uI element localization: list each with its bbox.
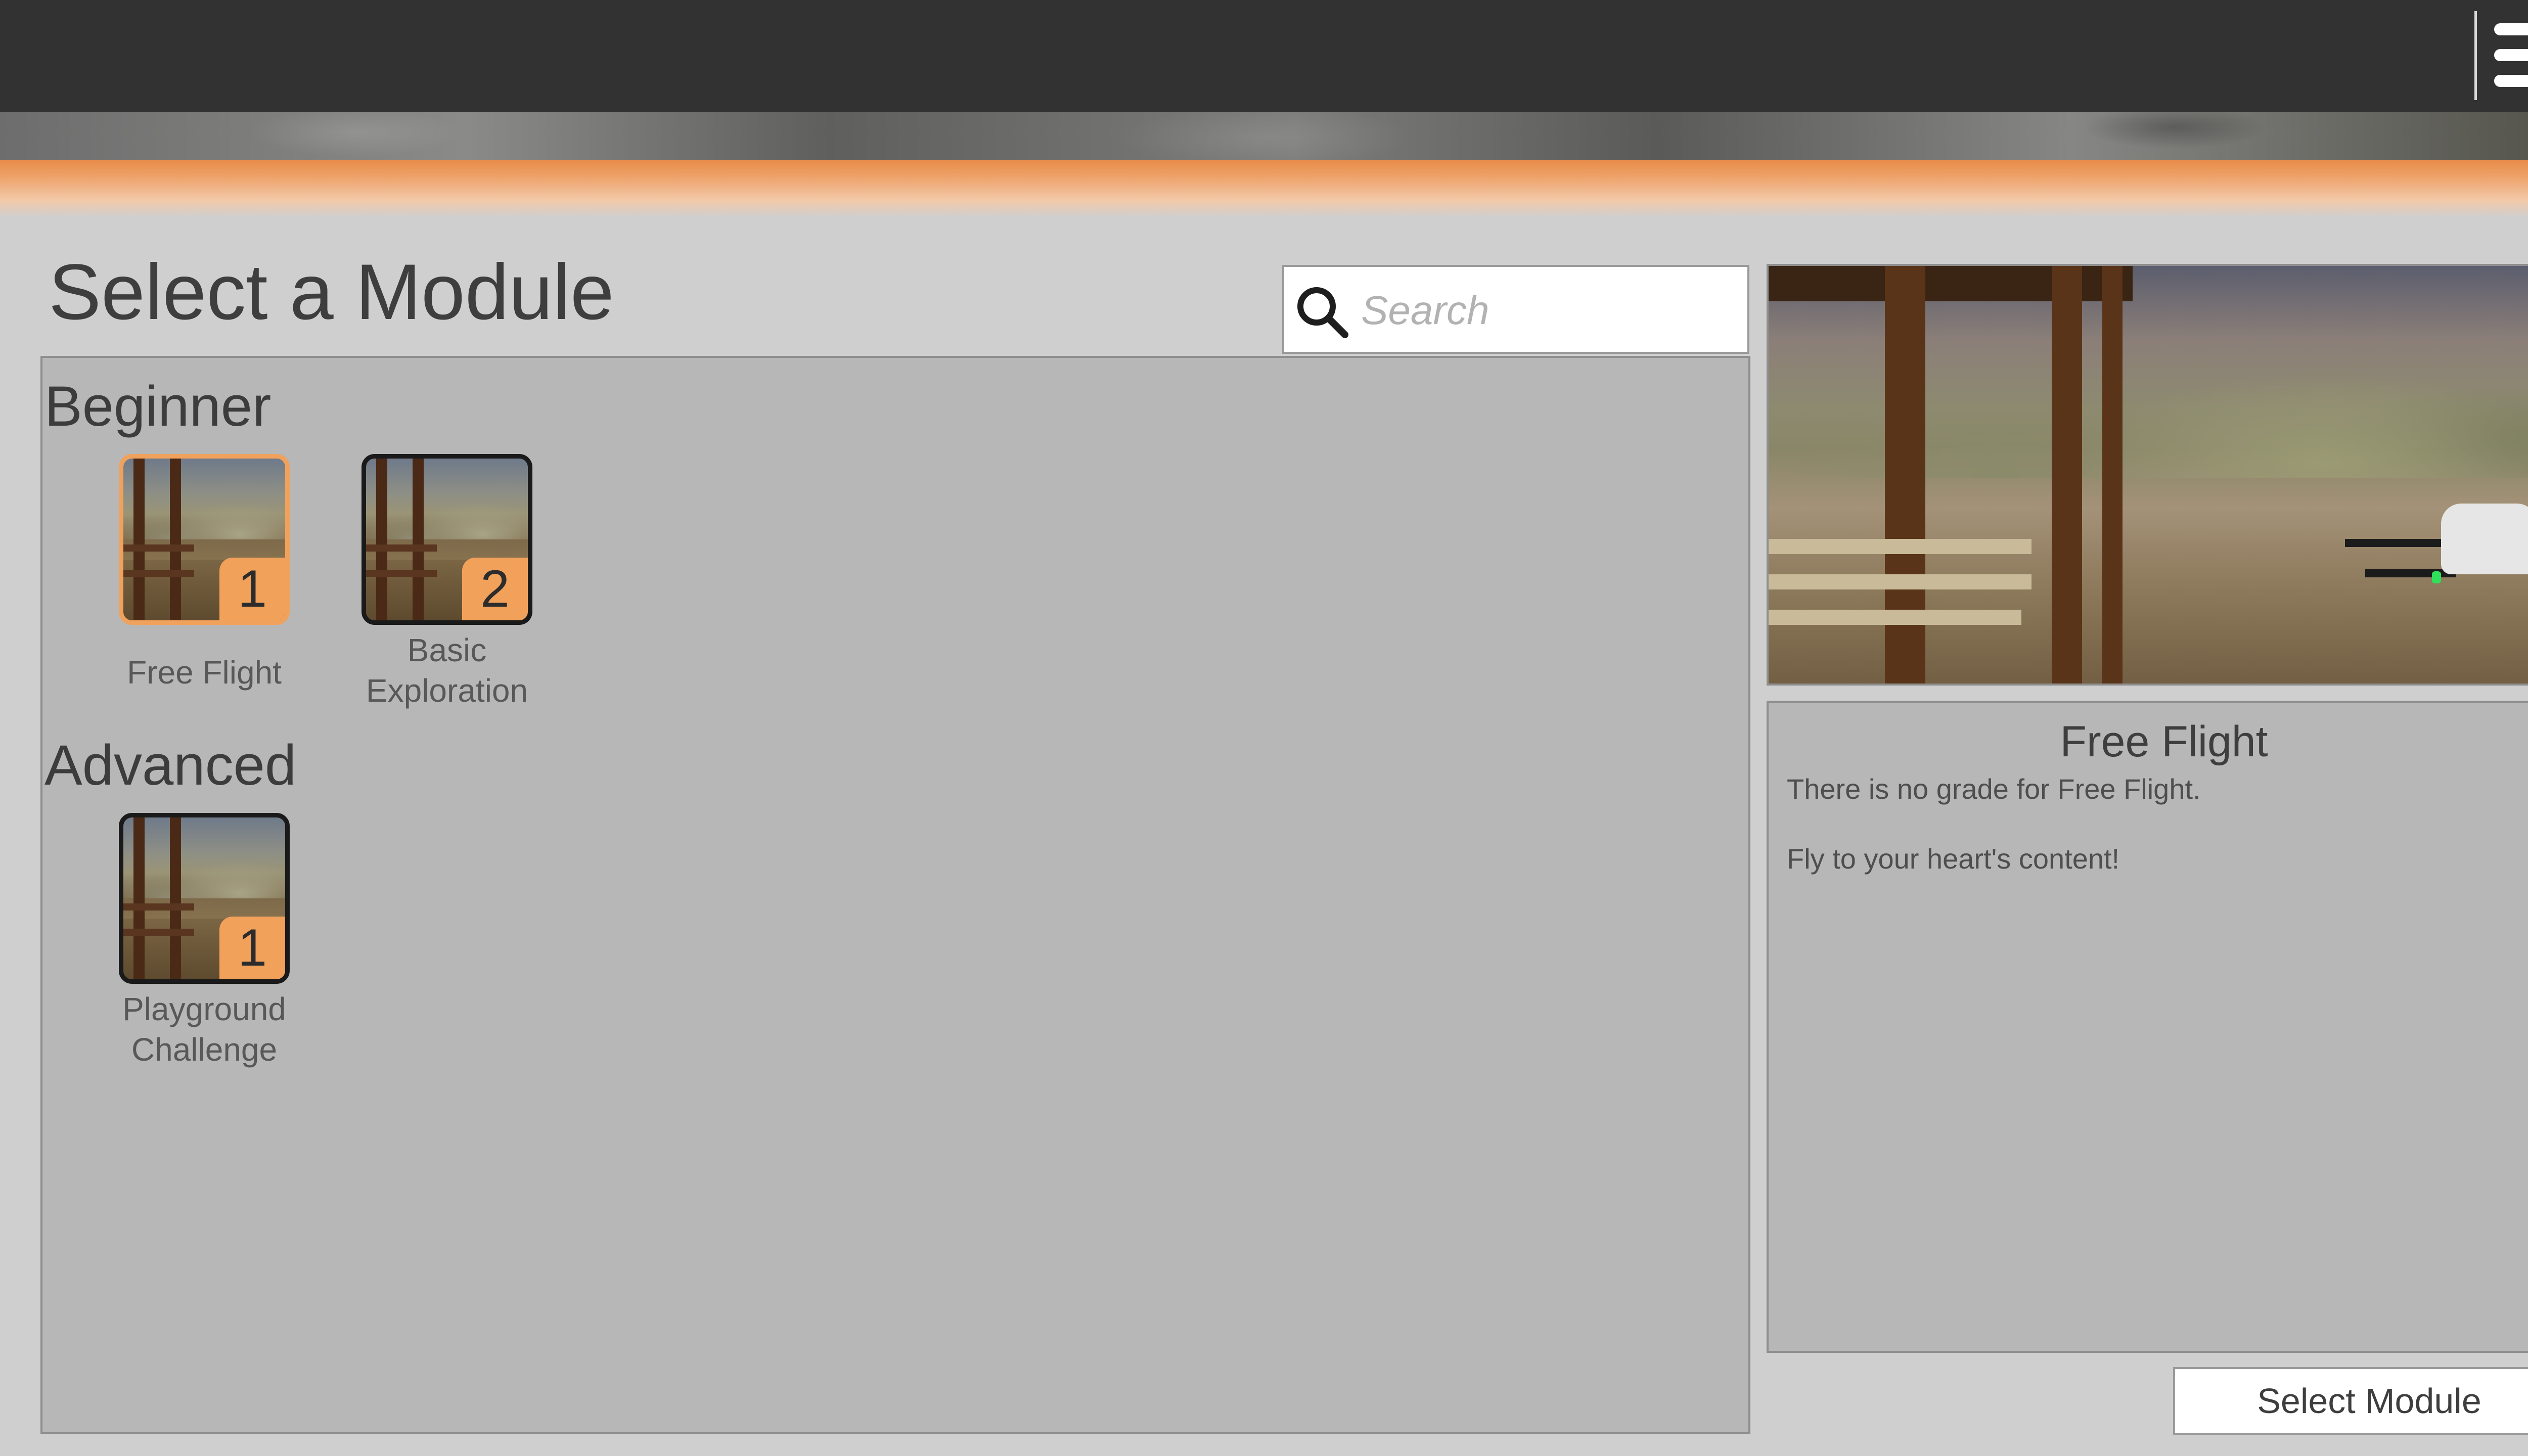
- module-description-line: Fly to your heart's content!: [1787, 843, 2120, 875]
- module-description-panel: Free Flight There is no grade for Free F…: [1767, 701, 2528, 1353]
- search-box[interactable]: [1282, 265, 1749, 354]
- module-label: Basic Exploration: [366, 632, 528, 709]
- menu-divider: [2474, 11, 2477, 100]
- search-icon: [1297, 287, 1348, 338]
- page-title: Select a Module: [49, 248, 614, 336]
- top-bar: [0, 0, 2528, 112]
- module-tile-playground-challenge[interactable]: 1 Playground Challenge: [113, 813, 295, 1070]
- module-thumbnail: 2: [362, 454, 532, 625]
- module-number-badge: 1: [219, 558, 285, 620]
- module-label: Free Flight: [127, 654, 282, 691]
- module-list-panel[interactable]: Beginner 1 Free Flight 2 Basic Explorati…: [40, 356, 1750, 1434]
- module-tile-free-flight[interactable]: 1 Free Flight: [113, 454, 295, 693]
- module-thumbnail: 1: [119, 813, 290, 984]
- banner-accent-band: [0, 160, 2528, 217]
- module-preview-image: [1767, 264, 2528, 686]
- banner-rock-texture: [0, 112, 2528, 160]
- section-heading-advanced: Advanced: [44, 734, 297, 797]
- section-heading-beginner: Beginner: [44, 375, 272, 438]
- module-number-badge: 1: [219, 917, 285, 979]
- select-module-button[interactable]: Select Module: [2173, 1367, 2528, 1435]
- module-description-line: There is no grade for Free Flight.: [1787, 773, 2201, 805]
- module-thumbnail: 1: [119, 454, 290, 625]
- module-number-badge: 2: [462, 558, 528, 620]
- module-label: Playground Challenge: [122, 991, 286, 1068]
- module-description-title: Free Flight: [2060, 717, 2268, 766]
- module-tile-basic-exploration[interactable]: 2 Basic Exploration: [356, 454, 538, 711]
- hamburger-menu-icon[interactable]: [2494, 23, 2528, 87]
- search-input[interactable]: [1360, 277, 1736, 344]
